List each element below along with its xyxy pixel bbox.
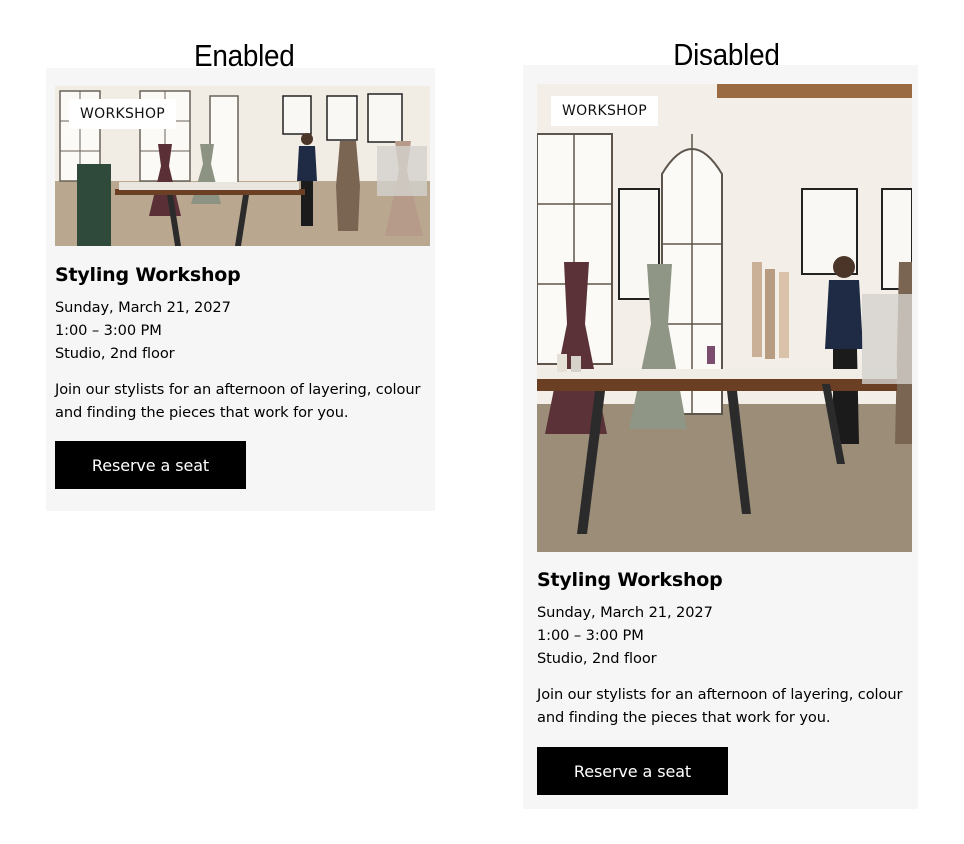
- card-body: Styling Workshop Sunday, March 21, 2027 …: [537, 568, 908, 795]
- event-card-enabled: WORKSHOP Styling Workshop Sunday, March …: [46, 68, 435, 511]
- event-card-disabled: WORKSHOP Styling Workshop Sunday, March …: [523, 65, 918, 809]
- event-description: Join our stylists for an afternoon of la…: [537, 686, 903, 726]
- category-badge: WORKSHOP: [69, 99, 177, 129]
- workshop-photo-illustration: [537, 84, 912, 552]
- event-description: Join our stylists for an afternoon of la…: [55, 381, 421, 421]
- event-title: Styling Workshop: [537, 569, 723, 591]
- state-heading-enabled: Enabled: [194, 38, 295, 73]
- reserve-seat-button[interactable]: Reserve a seat: [55, 441, 246, 489]
- event-date: Sunday, March 21, 2027: [55, 299, 231, 316]
- event-location: Studio, 2nd floor: [55, 345, 175, 362]
- event-location: Studio, 2nd floor: [537, 650, 657, 667]
- card-body: Styling Workshop Sunday, March 21, 2027 …: [55, 263, 425, 489]
- reserve-seat-button-disabled[interactable]: Reserve a seat: [537, 747, 728, 795]
- event-time: 1:00 – 3:00 PM: [537, 627, 644, 644]
- workshop-photo: [537, 84, 912, 552]
- category-badge: WORKSHOP: [551, 96, 659, 126]
- event-title: Styling Workshop: [55, 264, 241, 286]
- event-time: 1:00 – 3:00 PM: [55, 322, 162, 339]
- event-date: Sunday, March 21, 2027: [537, 604, 713, 621]
